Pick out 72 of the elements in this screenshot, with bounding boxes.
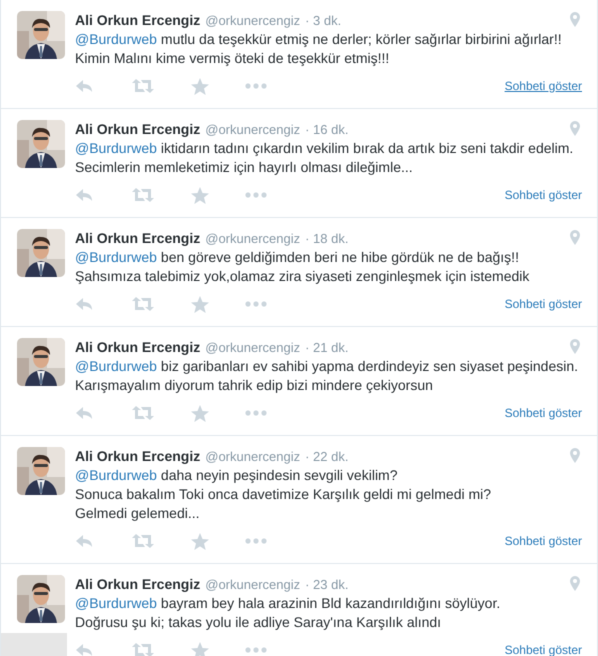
user-name[interactable]: Ali Orkun Ercengiz: [75, 339, 200, 355]
location-pin-icon: [570, 230, 580, 245]
show-conversation-link[interactable]: Sohbeti göster: [504, 406, 582, 420]
reply-icon[interactable]: [75, 405, 95, 421]
more-icon[interactable]: [245, 83, 267, 89]
tweet-text: Sonuca bakalım Toki onca davetimize Karşılık geldi mi gelmedi mi?: [75, 486, 492, 502]
more-icon[interactable]: [245, 538, 267, 544]
tweet-text: Gelmedi gelemedi...: [75, 505, 200, 521]
mention-link[interactable]: @Burdurweb: [75, 358, 157, 374]
user-handle[interactable]: @orkunercengiz: [205, 231, 300, 246]
retweet-icon[interactable]: [131, 296, 155, 312]
user-handle[interactable]: @orkunercengiz: [205, 449, 300, 464]
star-icon[interactable]: [191, 642, 209, 656]
star-icon[interactable]: [191, 532, 209, 550]
show-conversation-link[interactable]: Sohbeti göster: [504, 297, 582, 311]
reply-icon[interactable]: [75, 187, 95, 203]
reply-icon[interactable]: [75, 642, 95, 656]
tweet-text: ben göreve geldiğimden beri ne hibe gördük ne de bağış!!: [160, 249, 519, 265]
more-icon[interactable]: [245, 192, 267, 198]
star-icon[interactable]: [191, 186, 209, 204]
retweet-icon[interactable]: [131, 405, 155, 421]
user-name[interactable]: Ali Orkun Ercengiz: [75, 576, 200, 592]
user-name[interactable]: Ali Orkun Ercengiz: [75, 12, 200, 28]
timestamp[interactable]: · 22 dk.: [305, 449, 348, 464]
user-handle[interactable]: @orkunercengiz: [205, 122, 300, 137]
location-pin-icon: [570, 339, 580, 354]
show-conversation-link[interactable]: Sohbeti göster: [504, 188, 582, 202]
timestamp[interactable]: · 3 dk.: [305, 13, 342, 28]
timestamp[interactable]: · 18 dk.: [305, 231, 348, 246]
more-icon[interactable]: [245, 647, 267, 653]
location-pin-icon: [570, 448, 580, 463]
retweet-icon[interactable]: [131, 533, 155, 549]
star-icon[interactable]: [191, 296, 209, 312]
more-icon[interactable]: [245, 301, 267, 307]
user-handle[interactable]: @orkunercengiz: [205, 340, 300, 355]
location-pin-icon: [570, 121, 580, 136]
mention-link[interactable]: @Burdurweb: [75, 249, 157, 265]
more-icon[interactable]: [245, 410, 267, 416]
retweet-icon[interactable]: [131, 187, 155, 203]
reply-icon[interactable]: [75, 78, 95, 94]
reply-icon[interactable]: [75, 296, 95, 312]
retweet-icon[interactable]: [131, 642, 155, 656]
show-conversation-link[interactable]: Sohbeti göster: [504, 79, 582, 93]
timestamp[interactable]: · 23 dk.: [305, 577, 348, 592]
mention-link[interactable]: @Burdurweb: [75, 31, 157, 47]
star-icon[interactable]: [191, 78, 209, 94]
tweet-text: daha neyin peşindesin sevgili vekilim?: [160, 467, 398, 483]
timestamp[interactable]: · 16 dk.: [305, 122, 348, 137]
user-name[interactable]: Ali Orkun Ercengiz: [75, 230, 200, 246]
reply-icon[interactable]: [75, 533, 95, 549]
tweet-text: iktidarın tadını çıkardın vekilim bırak da artık biz seni takdir edelim.: [160, 140, 574, 156]
star-icon[interactable]: [191, 404, 209, 422]
user-name[interactable]: Ali Orkun Ercengiz: [75, 448, 200, 464]
tweet-text: Kimin Malını kime vermiş öteki de teşekkür etmiş!!!: [75, 50, 390, 66]
tweet-text: Şahsımıza talebimiz yok,olamaz zira siyaseti zenginleşmek için istemedik: [75, 268, 530, 284]
tweet-text: Secimlerin memleketimiz için hayırlı olması dileğimle...: [75, 159, 413, 175]
show-conversation-link[interactable]: Sohbeti göster: [504, 534, 582, 548]
mention-link[interactable]: @Burdurweb: [75, 595, 157, 611]
retweet-icon[interactable]: [131, 78, 155, 94]
user-handle[interactable]: @orkunercengiz: [205, 13, 300, 28]
timestamp[interactable]: · 21 dk.: [305, 340, 348, 355]
tweet-text: mutlu da teşekkür etmiş ne derler; körler sağırlar birbirini ağırlar!!: [160, 31, 562, 47]
user-name[interactable]: Ali Orkun Ercengiz: [75, 121, 200, 137]
user-handle[interactable]: @orkunercengiz: [205, 577, 300, 592]
location-pin-icon: [570, 12, 580, 27]
mention-link[interactable]: @Burdurweb: [75, 140, 157, 156]
tweet-text: bayram bey hala arazinin Bld kazandırıldığını söylüyor.: [160, 595, 500, 611]
mention-link[interactable]: @Burdurweb: [75, 467, 157, 483]
tweet-text: Doğrusu şu ki; takas yolu ile adliye Saray'ına Karşılık alındı: [75, 614, 442, 630]
tweet-text: Karışmayalım diyorum tahrik edip bizi mindere çekiyorsun: [75, 377, 433, 393]
tweet-text: biz garibanları ev sahibi yapma derdindeyiz sen siyaset peşindesin.: [160, 358, 578, 374]
location-pin-icon: [570, 576, 580, 591]
